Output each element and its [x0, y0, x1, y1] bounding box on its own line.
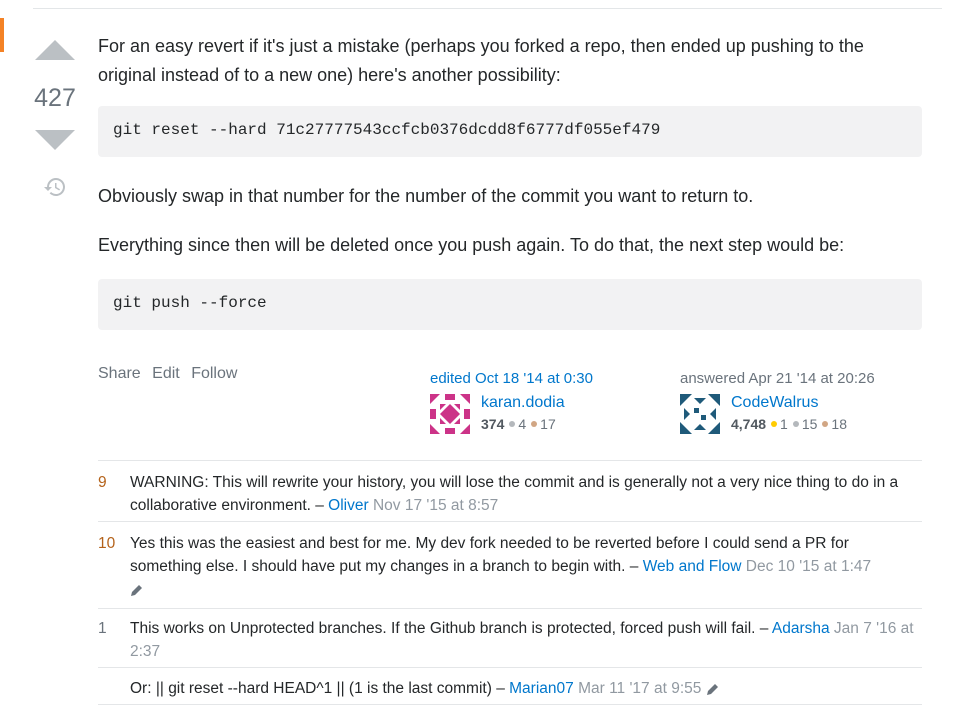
- comment-item: 9 WARNING: This will rewrite your histor…: [98, 461, 922, 522]
- editor-silver-count: 4: [518, 416, 527, 432]
- comment-date[interactable]: Mar 11 '17 at 9:55: [578, 680, 701, 697]
- editor-rep-score: 374: [481, 416, 505, 432]
- pencil-icon[interactable]: [130, 583, 144, 597]
- top-divider: [33, 8, 942, 9]
- edit-link[interactable]: Edit: [152, 365, 180, 382]
- comment-text: Yes this was the easiest and best for me…: [130, 535, 849, 575]
- comment-score: 10: [98, 535, 116, 552]
- gold-badge-icon: [771, 421, 778, 428]
- answerer-user: CodeWalrus 4,748 1 15 18: [680, 392, 920, 434]
- silver-badge-icon: [792, 421, 799, 428]
- answer-paragraph-2: Obviously swap in that number for the nu…: [98, 186, 754, 206]
- share-link[interactable]: Share: [98, 365, 141, 382]
- comment-body: WARNING: This will rewrite your history,…: [130, 471, 922, 517]
- comment-user[interactable]: Web and Flow: [643, 558, 742, 575]
- code-block-push: git push --force: [98, 279, 922, 330]
- upvote-icon[interactable]: [35, 40, 75, 60]
- comment-text: WARNING: This will rewrite your history,…: [130, 474, 899, 514]
- history-icon[interactable]: [43, 175, 67, 199]
- follow-link[interactable]: Follow: [191, 365, 237, 382]
- answerer-name[interactable]: CodeWalrus: [731, 394, 818, 412]
- editor-user: karan.dodia 374 4 17: [430, 392, 660, 434]
- answerer-bronze-count: 18: [831, 416, 847, 432]
- editor-bronze-count: 17: [540, 416, 556, 432]
- comment-score: 1: [98, 620, 107, 637]
- comment-date[interactable]: Nov 17 '15 at 8:57: [373, 497, 498, 514]
- comment-item: Or: || git reset --hard HEAD^1 || (1 is …: [98, 668, 922, 705]
- answer-paragraph-3: Everything since then will be deleted on…: [98, 235, 845, 255]
- edited-timestamp[interactable]: edited Oct 18 '14 at 0:30: [430, 370, 660, 388]
- bronze-badge-icon: [822, 421, 829, 428]
- vote-count: 427: [34, 84, 76, 112]
- editor-avatar[interactable]: [430, 394, 470, 434]
- comment-text: Or: || git reset --hard HEAD^1 || (1 is …: [130, 680, 505, 697]
- answerer-signature: answered Apr 21 '14 at 20:26 CodeWalrus …: [680, 370, 920, 434]
- comment-body: Or: || git reset --hard HEAD^1 || (1 is …: [130, 677, 922, 700]
- comment-body: This works on Unprotected branches. If t…: [130, 617, 922, 663]
- answerer-gold-count: 1: [780, 416, 788, 432]
- comment-body: Yes this was the easiest and best for me…: [130, 532, 922, 601]
- answered-timestamp[interactable]: answered Apr 21 '14 at 20:26: [680, 370, 920, 388]
- pencil-icon[interactable]: [706, 682, 720, 696]
- answer-paragraph-1: For an easy revert if it's just a mistak…: [98, 36, 864, 85]
- code-block-reset: git reset --hard 71c27777543ccfcb0376dcd…: [98, 106, 922, 157]
- comment-user[interactable]: Oliver: [328, 497, 368, 514]
- comment-user[interactable]: Marian07: [509, 680, 574, 697]
- comment-list: 9 WARNING: This will rewrite your histor…: [98, 460, 922, 705]
- comment-text: This works on Unprotected branches. If t…: [130, 620, 769, 637]
- answerer-rep-score: 4,748: [731, 416, 767, 432]
- editor-reputation: 374 4 17: [481, 416, 556, 432]
- comment-user[interactable]: Adarsha: [772, 620, 830, 637]
- post-menu: Share Edit Follow: [98, 365, 244, 383]
- editor-signature: edited Oct 18 '14 at 0:30 karan.dodia 37…: [430, 370, 660, 434]
- answerer-reputation: 4,748 1 15 18: [731, 416, 847, 432]
- comment-item: 1 This works on Unprotected branches. If…: [98, 609, 922, 668]
- comment-score: 9: [98, 474, 107, 491]
- comment-item: 10 Yes this was the easiest and best for…: [98, 522, 922, 609]
- silver-badge-icon: [509, 421, 516, 428]
- bronze-badge-icon: [531, 421, 538, 428]
- answerer-silver-count: 15: [801, 416, 818, 432]
- answerer-avatar[interactable]: [680, 394, 720, 434]
- downvote-icon[interactable]: [35, 130, 75, 150]
- editor-name[interactable]: karan.dodia: [481, 394, 565, 412]
- comment-date[interactable]: Dec 10 '15 at 1:47: [746, 558, 871, 575]
- accepted-accent-bar: [0, 18, 4, 52]
